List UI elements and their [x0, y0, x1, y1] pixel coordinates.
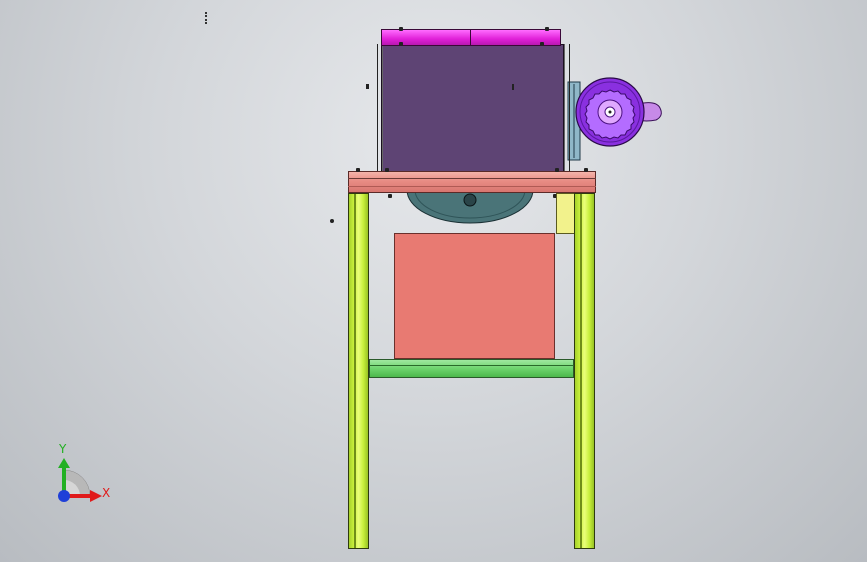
crossbar-line: [369, 365, 574, 366]
collection-box[interactable]: [394, 233, 555, 359]
lid-bolt: [399, 42, 403, 46]
lid-bolt: [540, 42, 544, 46]
table-bolt: [584, 168, 588, 172]
tabletop[interactable]: [348, 171, 596, 193]
x-axis-label: X: [102, 486, 111, 500]
cad-viewport[interactable]: Y X: [0, 0, 867, 562]
hopper-lid[interactable]: [381, 29, 561, 46]
table-bolt: [385, 168, 389, 172]
tabletop-line: [348, 178, 596, 179]
motor-assembly[interactable]: [560, 70, 670, 170]
saw-blade[interactable]: [405, 190, 535, 224]
y-axis-label: Y: [59, 442, 67, 456]
hopper-left-rail: [377, 44, 383, 172]
table-bolt: [388, 194, 392, 198]
lid-bolt: [399, 27, 403, 31]
lid-bolt: [545, 27, 549, 31]
table-bolt: [356, 168, 360, 172]
side-bracket[interactable]: [556, 193, 575, 234]
stray-mark-top: [205, 12, 213, 24]
left-leg[interactable]: [348, 193, 369, 549]
lower-crossbar[interactable]: [369, 359, 574, 378]
table-bolt: [555, 168, 559, 172]
right-leg[interactable]: [574, 193, 595, 549]
z-axis-dot: [58, 490, 70, 502]
stray-mark-left: [330, 219, 334, 223]
hopper-mark: [512, 84, 514, 90]
tabletop-line: [348, 186, 596, 187]
hopper-body[interactable]: [381, 44, 564, 172]
hopper-side-mark: [366, 84, 369, 89]
hopper-right-rail: [564, 44, 570, 172]
blade-hub: [463, 193, 477, 207]
lid-seam: [470, 29, 471, 46]
